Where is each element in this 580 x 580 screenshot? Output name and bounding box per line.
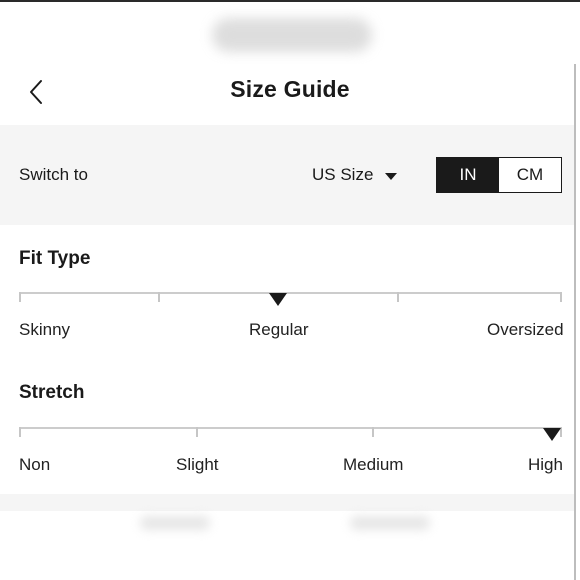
stretch-tick [372, 427, 374, 437]
stretch-option-non: Non [19, 455, 51, 474]
switch-label: Switch to [19, 165, 88, 184]
size-system-value: US Size [312, 165, 374, 184]
fit-option-skinny: Skinny [19, 320, 71, 339]
switch-band: Switch to US Size IN CM [0, 125, 574, 225]
fit-tick [158, 292, 160, 302]
size-system-dropdown[interactable]: US Size [312, 165, 398, 185]
stretch-title: Stretch [19, 382, 85, 403]
blurred-background-title [212, 18, 372, 52]
stretch-tick [19, 427, 21, 437]
unit-in-button[interactable]: IN [437, 158, 499, 192]
page-title: Size Guide [230, 76, 350, 102]
fit-tick [560, 292, 562, 302]
fit-tick [397, 292, 399, 302]
sheet-edge [574, 64, 576, 580]
fit-option-regular: Regular [249, 320, 309, 339]
blurred-content [140, 516, 210, 530]
fit-type-title: Fit Type [19, 248, 91, 269]
stretch-option-high: High [528, 455, 563, 474]
caret-down-icon [385, 172, 398, 180]
bottom-band [0, 494, 574, 511]
fit-tick [19, 292, 21, 302]
stretch-option-slight: Slight [176, 455, 219, 474]
stretch-option-medium: Medium [343, 455, 404, 474]
top-border [0, 0, 580, 2]
stretch-tick [196, 427, 198, 437]
stretch-scale-line [19, 427, 562, 429]
header: Size Guide [0, 64, 574, 124]
fit-scale-line [19, 292, 562, 294]
fit-option-oversized: Oversized [487, 320, 564, 339]
fit-selected-marker [269, 293, 287, 306]
stretch-selected-marker [543, 428, 561, 441]
unit-toggle: IN CM [436, 157, 562, 193]
blurred-content [350, 516, 430, 530]
unit-cm-button[interactable]: CM [499, 158, 561, 192]
